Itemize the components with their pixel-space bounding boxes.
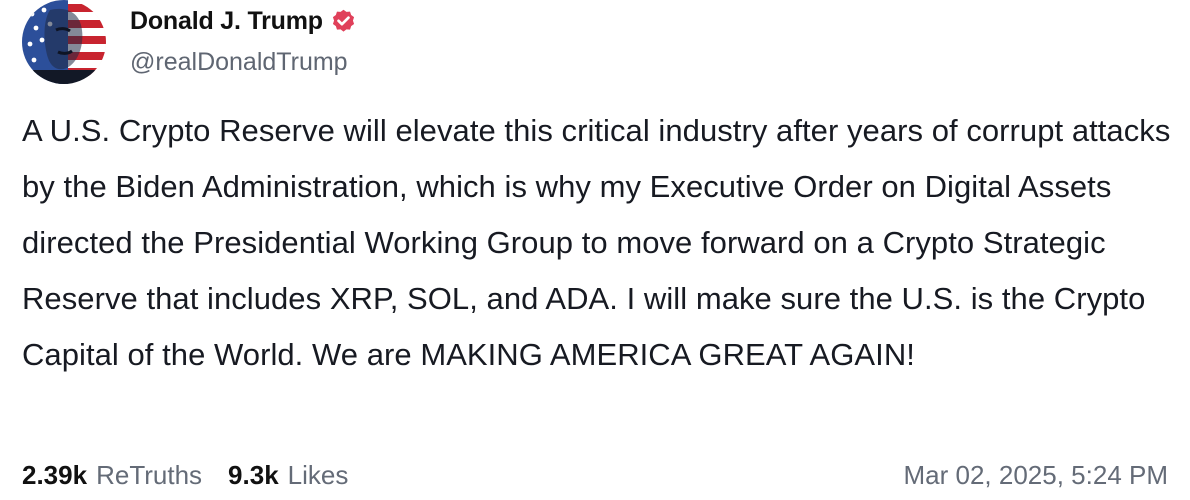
post-card: Donald J. Trump @realDonaldTrump A U.S. … — [0, 0, 1190, 500]
author-display-name[interactable]: Donald J. Trump — [130, 7, 323, 36]
author-name-row: Donald J. Trump — [130, 4, 357, 38]
avatar-image — [22, 0, 106, 84]
post-timestamp[interactable]: Mar 02, 2025, 5:24 PM — [904, 460, 1168, 491]
retruths-count: 2.39k — [22, 459, 88, 490]
likes-stat[interactable]: 9.3k Likes — [228, 460, 348, 491]
retruths-label: ReTruths — [96, 459, 203, 490]
author-handle[interactable]: @realDonaldTrump — [130, 48, 357, 77]
likes-label: Likes — [287, 459, 349, 490]
likes-count: 9.3k — [228, 459, 279, 490]
avatar[interactable] — [22, 0, 106, 84]
post-footer: 2.39k ReTruths 9.3k Likes Mar 02, 2025, … — [22, 455, 1168, 495]
verified-badge-icon — [330, 8, 357, 35]
author-block: Donald J. Trump @realDonaldTrump — [130, 4, 357, 77]
post-body-text: A U.S. Crypto Reserve will elevate this … — [22, 113, 1171, 372]
retruths-stat[interactable]: 2.39k ReTruths — [22, 460, 202, 491]
